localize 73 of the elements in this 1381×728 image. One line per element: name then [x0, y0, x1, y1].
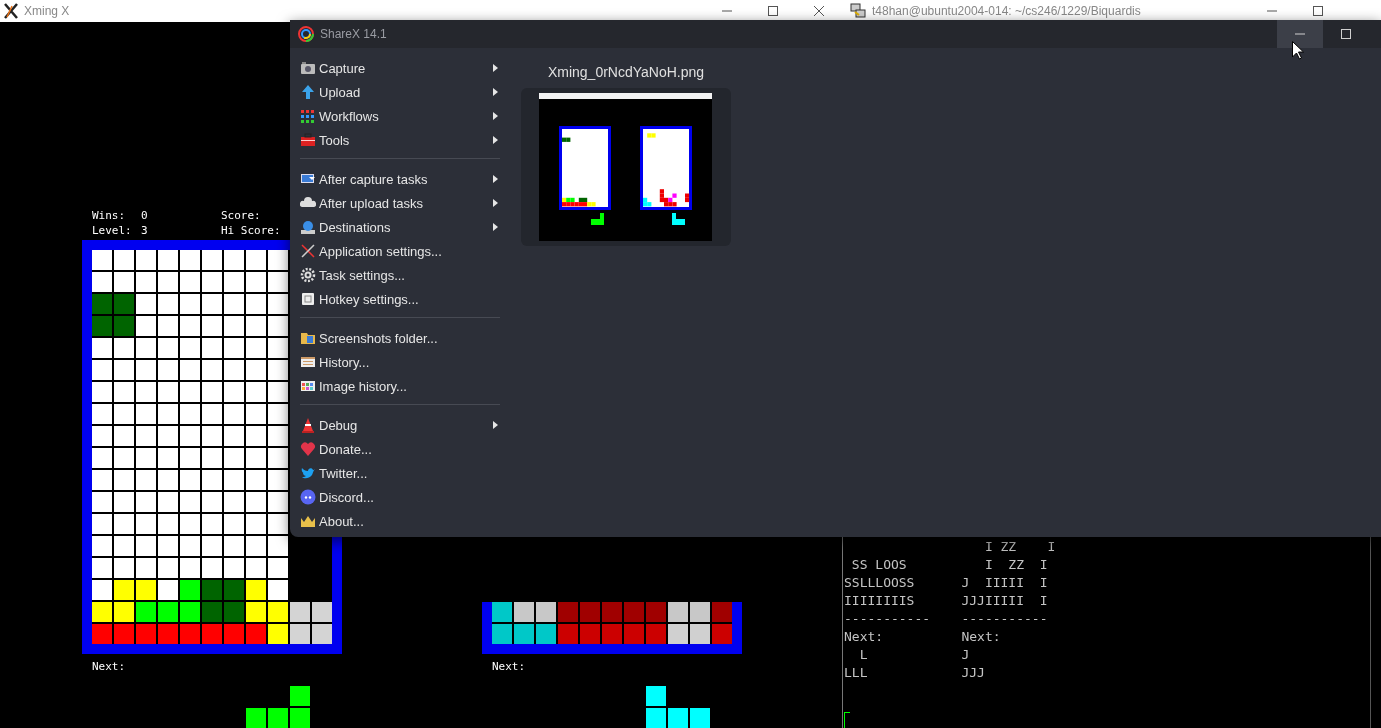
- minimize-icon: [1295, 33, 1305, 35]
- window-title: t48han@ubuntu2004-014: ~/cs246/1229/Biquardis: [872, 4, 1141, 18]
- maximize-icon: [1313, 6, 1323, 16]
- up-arrow-icon: [300, 84, 316, 100]
- stat-value: 3: [141, 223, 149, 238]
- submenu-arrow-icon: [493, 175, 498, 183]
- computer-icon: [850, 3, 866, 19]
- terminal-line: L J: [858, 646, 971, 664]
- chat-icon: [300, 489, 316, 505]
- stat-value: 0: [141, 208, 149, 223]
- heart-icon: [300, 441, 316, 457]
- window-title: ShareX 14.1: [320, 27, 387, 41]
- menu-item[interactable]: Screenshots folder...: [290, 326, 510, 350]
- cone-icon: [300, 417, 316, 433]
- menu-item[interactable]: Capture: [290, 56, 510, 80]
- image-grid-icon: [300, 378, 316, 394]
- window-title: Xming X: [24, 4, 70, 18]
- terminal-line: LLL JJJ: [844, 664, 986, 682]
- menu-item[interactable]: Hotkey settings...: [290, 287, 510, 311]
- terminal-line: IIIIIIIIS JJJIIIII I: [844, 592, 1049, 610]
- menu-item[interactable]: Workflows: [290, 104, 510, 128]
- score-label: Hi Score:: [221, 223, 281, 238]
- submenu-arrow-icon: [493, 136, 498, 144]
- menu-item[interactable]: Image history...: [290, 374, 510, 398]
- menu-item[interactable]: About...: [290, 509, 510, 533]
- thumbnail-card[interactable]: [521, 88, 731, 246]
- menu-item[interactable]: Debug: [290, 413, 510, 437]
- menu-item[interactable]: Discord...: [290, 485, 510, 509]
- terminal-line: I ZZ I: [983, 538, 1057, 556]
- bird-icon: [300, 465, 316, 481]
- gear-icon: [300, 267, 316, 283]
- folder-icon: [300, 330, 316, 346]
- globe-icon: [300, 219, 316, 235]
- mouse-pointer-icon: [1292, 41, 1304, 60]
- app-logo-icon: [298, 26, 314, 42]
- menu-item[interactable]: Donate...: [290, 437, 510, 461]
- maximize-icon: [1341, 29, 1351, 39]
- minimize-icon: [1267, 10, 1277, 12]
- menu-item[interactable]: Destinations: [290, 215, 510, 239]
- terminal-line: SS LOOS I ZZ I: [850, 556, 1049, 574]
- terminal-cursor: [844, 712, 850, 728]
- submenu-arrow-icon: [493, 64, 498, 72]
- menu-item[interactable]: Task settings...: [290, 263, 510, 287]
- menu-item[interactable]: Twitter...: [290, 461, 510, 485]
- menu-item[interactable]: Application settings...: [290, 239, 510, 263]
- submenu-arrow-icon: [493, 199, 498, 207]
- close-icon: [814, 6, 824, 16]
- next-label: Next:: [92, 659, 126, 674]
- tools-icon: [300, 243, 316, 259]
- menu-item[interactable]: Upload: [290, 80, 510, 104]
- menu-item[interactable]: After upload tasks: [290, 191, 510, 215]
- menu-item[interactable]: After capture tasks: [290, 167, 510, 191]
- stat-label: Wins:: [92, 208, 127, 223]
- submenu-arrow-icon: [493, 112, 498, 120]
- terminal-line: ----------- -----------: [844, 610, 1049, 628]
- toolbox-icon: [300, 132, 316, 148]
- next-label: Next:: [492, 659, 526, 674]
- menu-item[interactable]: Tools: [290, 128, 510, 152]
- x-logo-icon: [4, 3, 18, 19]
- terminal-line: SSLLLOOSS J IIIII I: [844, 574, 1049, 592]
- stat-label: Level:: [92, 223, 133, 238]
- menu-item[interactable]: History...: [290, 350, 510, 374]
- file-name: Xming_0rNcdYaNoH.png: [546, 63, 706, 81]
- minimize-icon: [722, 10, 732, 12]
- list-icon: [300, 354, 316, 370]
- score-label: Score:: [221, 208, 262, 223]
- submenu-arrow-icon: [493, 223, 498, 231]
- camera-icon: [300, 60, 316, 76]
- maximize-icon: [768, 6, 778, 16]
- submenu-arrow-icon: [493, 421, 498, 429]
- submenu-arrow-icon: [493, 88, 498, 96]
- dot-grid-icon: [300, 108, 316, 124]
- terminal-line: Next: Next:: [844, 628, 1002, 646]
